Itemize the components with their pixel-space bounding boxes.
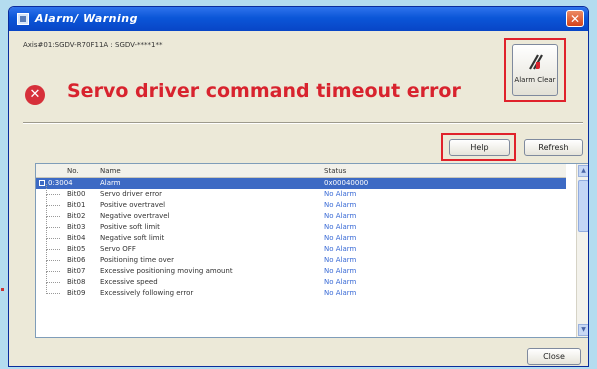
row-name: Servo driver error <box>100 190 163 198</box>
tree-connector <box>46 250 60 261</box>
table-row[interactable]: Bit03 Positive soft limit No Alarm <box>36 217 566 233</box>
tree-connector <box>46 261 60 272</box>
row-no: Bit05 <box>67 245 86 253</box>
row-status: 0x00040000 <box>324 179 369 187</box>
table-row[interactable]: Bit05 Servo OFF No Alarm <box>36 239 566 255</box>
row-name: Positive overtravel <box>100 201 166 209</box>
row-no: Bit03 <box>67 223 86 231</box>
column-header-name[interactable]: Name <box>100 167 121 175</box>
decorative-dot <box>1 288 4 291</box>
scroll-down-arrow-icon[interactable]: ▼ <box>578 324 588 336</box>
alarm-clear-label: Alarm Clear <box>514 76 556 84</box>
alarm-clear-button[interactable]: Alarm Clear <box>512 44 558 96</box>
row-status: No Alarm <box>324 278 357 286</box>
row-status: No Alarm <box>324 201 357 209</box>
row-name: Positive soft limit <box>100 223 160 231</box>
row-name: Negative soft limit <box>100 234 165 242</box>
row-name: Positioning time over <box>100 256 174 264</box>
refresh-button[interactable]: Refresh <box>524 139 583 156</box>
alarm-clear-icon <box>529 54 543 70</box>
row-no: Bit06 <box>67 256 86 264</box>
table-row[interactable]: Bit07 Excessive positioning moving amoun… <box>36 261 566 277</box>
row-no: Bit09 <box>67 289 86 297</box>
tree-connector <box>46 283 60 294</box>
row-status: No Alarm <box>324 212 357 220</box>
column-header-no[interactable]: No. <box>67 167 79 175</box>
error-message: Servo driver command timeout error <box>67 80 461 102</box>
row-no: Bit01 <box>67 201 86 209</box>
row-status: No Alarm <box>324 190 357 198</box>
vertical-scrollbar[interactable]: ▲ ▼ <box>576 164 588 337</box>
window-icon <box>17 13 29 25</box>
help-button[interactable]: Help <box>449 139 510 156</box>
axis-info-label: Axis#01:SGDV-R70F11A : SGDV-****1** <box>23 41 163 49</box>
row-status: No Alarm <box>324 289 357 297</box>
row-name: Excessive positioning moving amount <box>100 267 233 275</box>
tree-connector <box>46 184 60 195</box>
alarm-table: No. Name Status 0:3004 Alarm 0x00040000 … <box>35 163 588 338</box>
tree-connector <box>46 206 60 217</box>
row-name: Alarm <box>100 179 121 187</box>
table-header: No. Name Status <box>36 164 566 178</box>
scroll-up-arrow-icon[interactable]: ▲ <box>578 165 588 177</box>
tree-connector <box>46 217 60 228</box>
tree-connector <box>46 228 60 239</box>
close-button[interactable]: Close <box>527 348 581 365</box>
row-status: No Alarm <box>324 256 357 264</box>
close-window-button[interactable]: ✕ <box>566 10 584 27</box>
error-x-icon: ✕ <box>25 85 45 105</box>
row-status: No Alarm <box>324 223 357 231</box>
scroll-thumb[interactable] <box>578 180 588 232</box>
table-row[interactable]: Bit09 Excessively following error No Ala… <box>36 283 566 299</box>
tree-collapse-icon[interactable] <box>39 180 45 186</box>
table-row[interactable]: Bit06 Positioning time over No Alarm <box>36 250 566 266</box>
tree-connector <box>46 195 60 206</box>
row-status: No Alarm <box>324 234 357 242</box>
column-header-status[interactable]: Status <box>324 167 346 175</box>
window-title: Alarm/ Warning <box>35 12 138 25</box>
alarm-warning-window: Alarm/ Warning ✕ Axis#01:SGDV-R70F11A : … <box>8 6 589 367</box>
table-row[interactable]: Bit00 Servo driver error No Alarm <box>36 184 566 200</box>
row-name: Excessive speed <box>100 278 158 286</box>
table-row[interactable]: Bit04 Negative soft limit No Alarm <box>36 228 566 244</box>
row-no: Bit00 <box>67 190 86 198</box>
row-name: Servo OFF <box>100 245 136 253</box>
row-name: Negative overtravel <box>100 212 170 220</box>
row-status: No Alarm <box>324 267 357 275</box>
title-bar[interactable]: Alarm/ Warning ✕ <box>9 7 588 31</box>
row-no: Bit07 <box>67 267 86 275</box>
row-name: Excessively following error <box>100 289 194 297</box>
table-row[interactable]: Bit01 Positive overtravel No Alarm <box>36 195 566 211</box>
table-row[interactable]: Bit02 Negative overtravel No Alarm <box>36 206 566 222</box>
row-status: No Alarm <box>324 245 357 253</box>
row-no: Bit04 <box>67 234 86 242</box>
row-no: Bit02 <box>67 212 86 220</box>
tree-connector <box>46 239 60 250</box>
separator <box>23 122 583 124</box>
table-row[interactable]: 0:3004 Alarm 0x00040000 <box>36 178 566 189</box>
tree-connector <box>46 272 60 283</box>
row-no: Bit08 <box>67 278 86 286</box>
table-row[interactable]: Bit08 Excessive speed No Alarm <box>36 272 566 288</box>
